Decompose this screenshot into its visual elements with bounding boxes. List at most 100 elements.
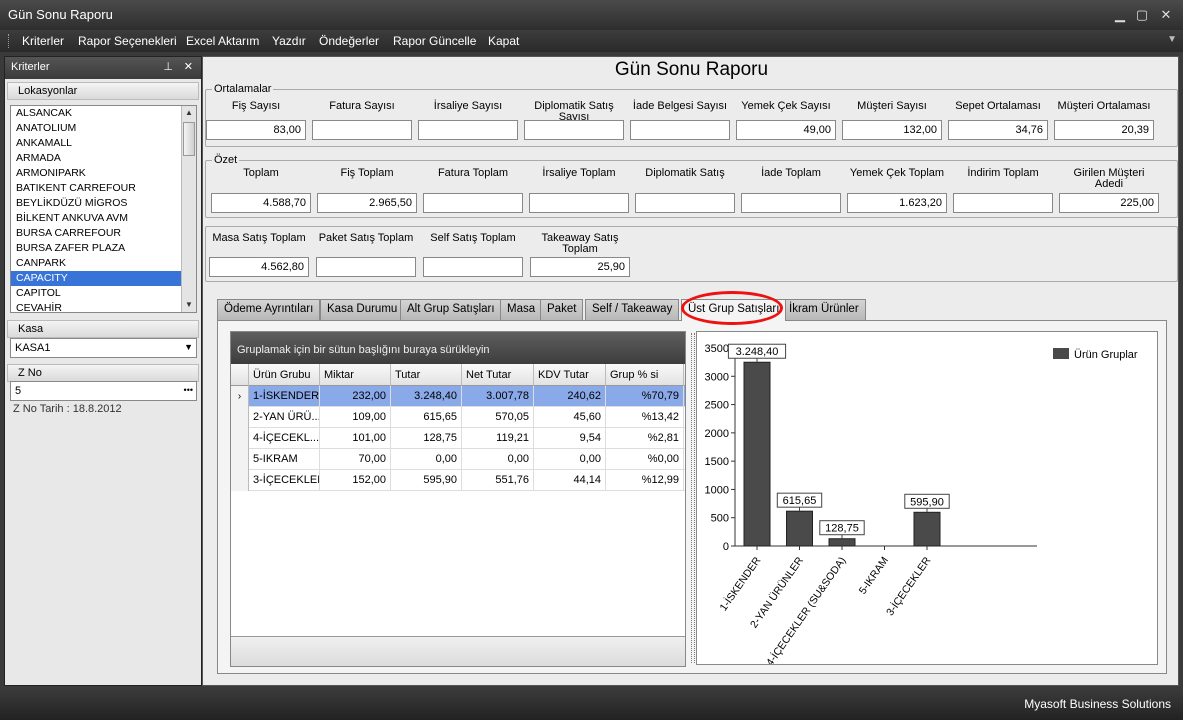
toolbar-grip[interactable] xyxy=(8,34,11,48)
tab-2[interactable]: Alt Grup Satışları xyxy=(400,299,502,320)
location-item[interactable]: CAPACITY xyxy=(11,271,196,286)
table-row[interactable]: › 1-İSKENDER 232,00 3.248,40 3.007,78 240,62%… xyxy=(231,386,685,407)
table-row[interactable]: 3-İÇECEKLER 152,00 595,90 551,76 44,14 %12,99 xyxy=(231,470,685,491)
ortalamalar-field[interactable] xyxy=(312,120,412,140)
grid-cell[interactable]: 4-İÇECEKL... xyxy=(249,428,320,449)
location-item[interactable]: ALSANCAK xyxy=(11,106,196,121)
kasa-dropdown[interactable]: KASA1 ▼ xyxy=(10,338,197,358)
splitter-handle[interactable] xyxy=(691,333,695,663)
grid-cell[interactable]: 595,90 xyxy=(391,470,462,491)
location-item[interactable]: ARMONIPARK xyxy=(11,166,196,181)
tab-0[interactable]: Ödeme Ayrıntıları xyxy=(217,299,321,320)
grid-cell[interactable]: 2-YAN ÜRÜ... xyxy=(249,407,320,428)
ortalamalar-field[interactable] xyxy=(524,120,624,140)
ortalamalar-field[interactable]: 34,76 xyxy=(948,120,1048,140)
grid-cell[interactable]: 240,62 xyxy=(534,386,606,407)
grid-cell[interactable]: 1-İSKENDER xyxy=(249,386,320,407)
location-item[interactable]: ARMADA xyxy=(11,151,196,166)
row-indicator[interactable] xyxy=(231,470,249,491)
menu-kapat[interactable]: Kapat xyxy=(488,34,519,48)
tab-4[interactable]: Paket xyxy=(540,299,584,320)
grid-cell[interactable]: 0,00 xyxy=(391,449,462,470)
tab-3[interactable]: Masa xyxy=(500,299,543,320)
grid-cell[interactable]: 570,05 xyxy=(462,407,534,428)
ortalamalar-field[interactable]: 49,00 xyxy=(736,120,836,140)
grid-cell[interactable]: 551,76 xyxy=(462,470,534,491)
menu-yazdir[interactable]: Yazdır xyxy=(272,34,306,48)
grid-cell[interactable]: 3.248,40 xyxy=(391,386,462,407)
pin-icon[interactable]: ⊥ xyxy=(163,60,173,73)
row-indicator[interactable] xyxy=(231,407,249,428)
location-item[interactable]: ANKAMALL xyxy=(11,136,196,151)
ortalamalar-field[interactable]: 20,39 xyxy=(1054,120,1154,140)
ortalamalar-field[interactable]: 83,00 xyxy=(206,120,306,140)
grid-cell[interactable]: %70,79 xyxy=(606,386,684,407)
location-item[interactable]: BEYLİKDÜZÜ MİGROS xyxy=(11,196,196,211)
location-list[interactable]: ALSANCAK ANATOLIUM ANKAMALL ARMADA ARMONIPAR… xyxy=(10,105,197,313)
menu-ondegerler[interactable]: Öndeğerler xyxy=(319,34,379,48)
location-scrollbar[interactable]: ▲ ▼ xyxy=(181,106,196,312)
chevron-down-icon[interactable]: ▼ xyxy=(1167,34,1177,45)
row-indicator[interactable] xyxy=(231,449,249,470)
maximize-icon[interactable]: ▢ xyxy=(1131,6,1153,24)
location-item[interactable]: BURSA ZAFER PLAZA xyxy=(11,241,196,256)
ozet-field[interactable] xyxy=(635,193,735,213)
ozet-field[interactable]: 4.588,70 xyxy=(211,193,311,213)
column-header[interactable]: KDV Tutar xyxy=(534,364,606,386)
close-icon[interactable]: ✕ xyxy=(1155,6,1177,24)
group-panel[interactable]: Gruplamak için bir sütun başlığını buray… xyxy=(231,332,685,364)
grid-cell[interactable]: 45,60 xyxy=(534,407,606,428)
grid-cell[interactable]: %13,42 xyxy=(606,407,684,428)
ozet-field[interactable] xyxy=(741,193,841,213)
grid-cell[interactable]: 152,00 xyxy=(320,470,391,491)
column-header[interactable]: Ürün Grubu xyxy=(249,364,320,386)
ortalamalar-field[interactable]: 132,00 xyxy=(842,120,942,140)
menu-excel-aktarim[interactable]: Excel Aktarım xyxy=(186,34,259,48)
satis-field[interactable] xyxy=(423,257,523,277)
ozet-field[interactable] xyxy=(529,193,629,213)
close-panel-icon[interactable]: ✕ xyxy=(184,60,193,73)
scroll-down-icon[interactable]: ▼ xyxy=(182,298,196,312)
ozet-field[interactable]: 2.965,50 xyxy=(317,193,417,213)
grid-cell[interactable]: 232,00 xyxy=(320,386,391,407)
location-item[interactable]: CANPARK xyxy=(11,256,196,271)
menu-rapor-guncelle[interactable]: Rapor Güncelle xyxy=(393,34,476,48)
menu-rapor-secenekleri[interactable]: Rapor Seçenekleri xyxy=(78,34,177,48)
ortalamalar-field[interactable] xyxy=(418,120,518,140)
tab-1[interactable]: Kasa Durumu xyxy=(320,299,405,320)
satis-field[interactable]: 4.562,80 xyxy=(209,257,309,277)
column-header[interactable]: Grup % si xyxy=(606,364,684,386)
grid-cell[interactable]: 128,75 xyxy=(391,428,462,449)
minimize-icon[interactable]: ▁ xyxy=(1109,6,1131,24)
location-item[interactable]: ANATOLIUM xyxy=(11,121,196,136)
grid-cell[interactable]: 44,14 xyxy=(534,470,606,491)
ozet-field[interactable] xyxy=(953,193,1053,213)
ellipsis-icon[interactable]: ••• xyxy=(184,385,193,395)
grid-cell[interactable]: 119,21 xyxy=(462,428,534,449)
chevron-down-icon[interactable]: ▼ xyxy=(184,342,193,352)
scroll-thumb[interactable] xyxy=(183,122,195,156)
grid-cell[interactable]: 70,00 xyxy=(320,449,391,470)
grid-cell[interactable]: 101,00 xyxy=(320,428,391,449)
scroll-up-icon[interactable]: ▲ xyxy=(182,106,196,120)
menu-kriterler[interactable]: Kriterler xyxy=(22,34,64,48)
column-header[interactable]: Tutar xyxy=(391,364,462,386)
column-header[interactable]: Miktar xyxy=(320,364,391,386)
grid-cell[interactable]: 0,00 xyxy=(462,449,534,470)
ozet-field[interactable]: 225,00 xyxy=(1059,193,1159,213)
ozet-field[interactable] xyxy=(423,193,523,213)
grid-cell[interactable]: 0,00 xyxy=(534,449,606,470)
row-indicator[interactable] xyxy=(231,428,249,449)
column-header[interactable]: Net Tutar xyxy=(462,364,534,386)
tab-7[interactable]: İkram Ürünler xyxy=(782,299,866,320)
grid-cell[interactable]: 109,00 xyxy=(320,407,391,428)
grid-cell[interactable]: %2,81 xyxy=(606,428,684,449)
satis-field[interactable]: 25,90 xyxy=(530,257,630,277)
location-item[interactable]: BATIKENT CARREFOUR xyxy=(11,181,196,196)
grid-cell[interactable]: 9,54 xyxy=(534,428,606,449)
location-item[interactable]: CAPITOL xyxy=(11,286,196,301)
table-row[interactable]: 4-İÇECEKL... 101,00 128,75 119,21 9,54 %2,81 xyxy=(231,428,685,449)
ozet-field[interactable]: 1.623,20 xyxy=(847,193,947,213)
location-item[interactable]: BİLKENT ANKUVA AVM xyxy=(11,211,196,226)
zno-field[interactable]: 5 ••• xyxy=(10,381,197,401)
